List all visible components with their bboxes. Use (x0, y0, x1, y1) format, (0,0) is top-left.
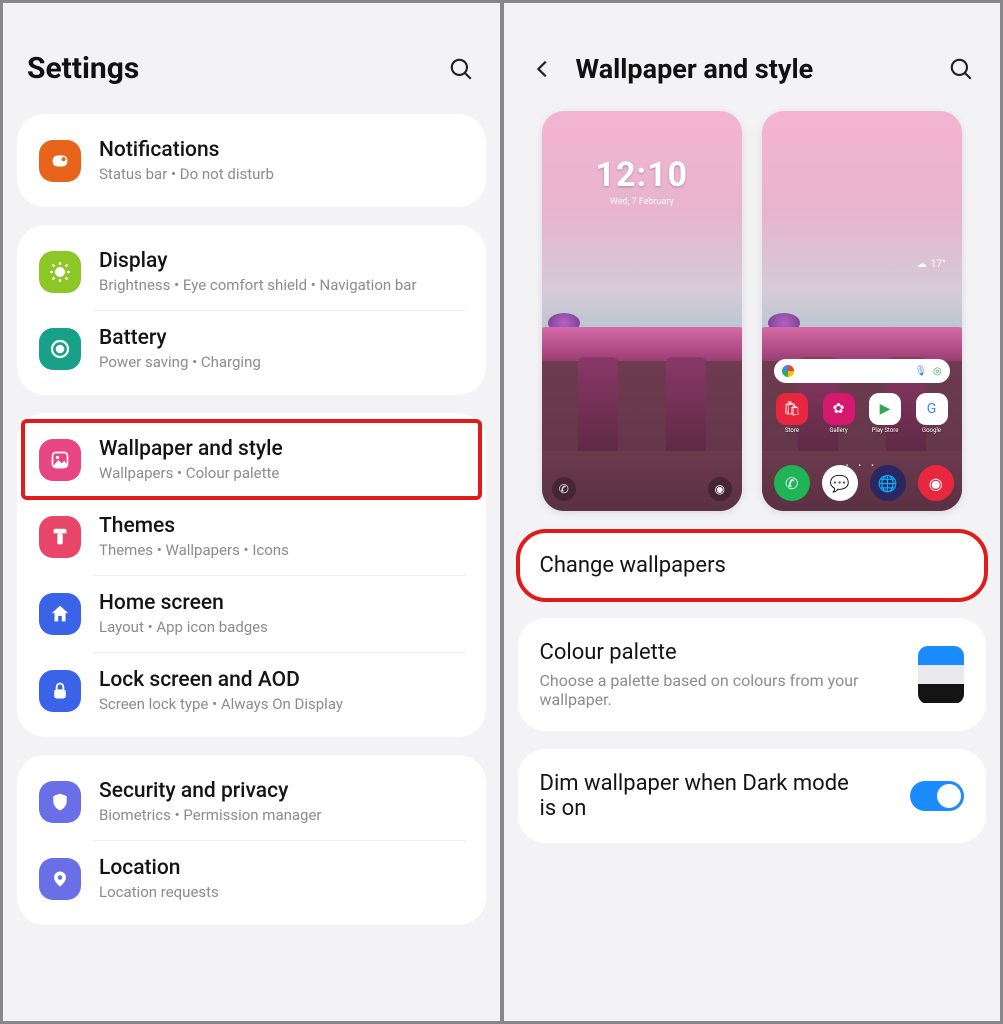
palette-swatch-icon (918, 646, 964, 704)
app-icon: ▶ (869, 393, 901, 425)
settings-item-notifications[interactable]: Notifications Status bar • Do not disturb (23, 122, 480, 199)
dim-wallpaper-toggle[interactable] (910, 781, 964, 811)
settings-item-sub: Layout • App icon badges (99, 618, 268, 636)
display-icon (39, 251, 81, 293)
settings-item-display[interactable]: Display Brightness • Eye comfort shield •… (23, 233, 480, 310)
app-google: G Google (913, 393, 950, 434)
settings-item-title: Wallpaper and style (99, 437, 283, 461)
app-icon: G (916, 393, 948, 425)
google-search-widget: 🎙 ◎ (774, 359, 950, 383)
app-label: Gallery (829, 427, 847, 434)
mic-icon: 🎙 (914, 366, 927, 377)
google-icon (782, 365, 794, 377)
settings-item-sub: Brightness • Eye comfort shield • Naviga… (99, 276, 417, 294)
settings-item-title: Lock screen and AOD (99, 668, 343, 692)
settings-item-themes[interactable]: Themes Themes • Wallpapers • Icons (23, 498, 480, 575)
home-icon (39, 593, 81, 635)
settings-item-sub: Status bar • Do not disturb (99, 165, 274, 183)
app-icon: ✿ (823, 393, 855, 425)
back-icon (532, 58, 554, 80)
settings-item-title: Security and privacy (99, 779, 322, 803)
wallpaper-previews: 12:10 Wed, 7 February ✆ ◉ ☁ 17° 🎙 ◎ 🛍 Sto… (518, 109, 987, 531)
app-label: Google (922, 427, 941, 434)
change-wallpapers-row[interactable]: Change wallpapers (518, 531, 987, 600)
weather-cloud-icon: ☁ (917, 259, 927, 270)
page-title: Wallpaper and style (576, 53, 814, 85)
settings-item-sub: Location requests (99, 883, 219, 901)
settings-item-wallpaper[interactable]: Wallpaper and style Wallpapers • Colour p… (23, 421, 480, 498)
dim-wallpaper-row[interactable]: Dim wallpaper when Dark mode is on (518, 749, 987, 843)
highlight-box: Wallpaper and style Wallpapers • Colour p… (23, 421, 480, 498)
settings-item-title: Location (99, 856, 219, 880)
lockscreen-time: 12:10 (542, 155, 742, 195)
back-button[interactable] (528, 54, 558, 84)
lockscreen-preview[interactable]: 12:10 Wed, 7 February ✆ ◉ (542, 111, 742, 511)
app-label: Play Store (872, 427, 899, 434)
wallpaper-style-screen: Wallpaper and style 12:10 Wed, 7 Februar… (504, 3, 1001, 1021)
settings-item-sub: Power saving • Charging (99, 353, 261, 371)
settings-item-sub: Themes • Wallpapers • Icons (99, 541, 289, 559)
camera-shortcut-icon: ◉ (708, 477, 732, 501)
battery-icon (39, 328, 81, 370)
settings-item-title: Display (99, 249, 417, 273)
app-play-store: ▶ Play Store (867, 393, 904, 434)
settings-item-sub: Wallpapers • Colour palette (99, 464, 283, 482)
settings-item-title: Themes (99, 514, 289, 538)
wallpaper-header: Wallpaper and style (518, 21, 987, 109)
search-button[interactable] (446, 54, 476, 84)
settings-item-location[interactable]: Location Location requests (23, 840, 480, 917)
weather-temp: 17° (931, 259, 946, 270)
dock: ✆💬🌐◉ (774, 465, 950, 501)
settings-item-title: Battery (99, 326, 261, 350)
app-label: Store (785, 427, 799, 434)
phone-shortcut-icon: ✆ (552, 477, 576, 501)
settings-item-sub: Screen lock type • Always On Display (99, 695, 343, 713)
page-title: Settings (27, 51, 139, 86)
settings-group: Notifications Status bar • Do not disturb (17, 114, 486, 207)
wallpaper-icon (39, 439, 81, 481)
location-icon (39, 858, 81, 900)
settings-item-sub: Biometrics • Permission manager (99, 806, 322, 824)
lockscreen-clock: 12:10 Wed, 7 February (542, 155, 742, 207)
settings-group: Security and privacy Biometrics • Permiss… (17, 755, 486, 925)
dock-messages: 💬 (822, 465, 858, 501)
search-icon (948, 56, 974, 82)
dim-wallpaper-title: Dim wallpaper when Dark mode is on (540, 771, 870, 821)
settings-group: Display Brightness • Eye comfort shield •… (17, 225, 486, 395)
settings-item-title: Home screen (99, 591, 268, 615)
settings-item-title: Notifications (99, 138, 274, 162)
app-gallery: ✿ Gallery (820, 393, 857, 434)
settings-screen: Settings Notifications Status bar • Do no… (3, 3, 500, 1021)
app-store: 🛍 Store (774, 393, 811, 434)
change-wallpapers-label: Change wallpapers (540, 553, 965, 578)
settings-list: Notifications Status bar • Do not disturb… (17, 114, 486, 943)
settings-item-battery[interactable]: Battery Power saving • Charging (23, 310, 480, 387)
settings-item-security[interactable]: Security and privacy Biometrics • Permiss… (23, 763, 480, 840)
dock-phone: ✆ (774, 465, 810, 501)
settings-item-lock[interactable]: Lock screen and AOD Screen lock type • Al… (23, 652, 480, 729)
homescreen-preview[interactable]: ☁ 17° 🎙 ◎ 🛍 Store ✿ Gallery ▶ Play Store G Goog… (762, 111, 962, 511)
colour-palette-title: Colour palette (540, 640, 860, 665)
security-icon (39, 781, 81, 823)
lens-icon: ◎ (933, 366, 942, 377)
app-grid: 🛍 Store ✿ Gallery ▶ Play Store G Google (774, 393, 950, 434)
settings-header: Settings (17, 21, 486, 114)
search-icon (448, 56, 474, 82)
themes-icon (39, 516, 81, 558)
lock-icon (39, 670, 81, 712)
settings-item-home[interactable]: Home screen Layout • App icon badges (23, 575, 480, 652)
notifications-icon (39, 140, 81, 182)
app-icon: 🛍 (776, 393, 808, 425)
dock-internet: 🌐 (870, 465, 906, 501)
search-button[interactable] (946, 54, 976, 84)
lockscreen-date: Wed, 7 February (542, 197, 742, 207)
weather-widget: ☁ 17° (917, 259, 946, 270)
colour-palette-sub: Choose a palette based on colours from y… (540, 671, 860, 709)
dock-camera: ◉ (918, 465, 954, 501)
colour-palette-row[interactable]: Colour palette Choose a palette based on… (518, 618, 987, 731)
settings-group: Wallpaper and style Wallpapers • Colour p… (17, 413, 486, 737)
